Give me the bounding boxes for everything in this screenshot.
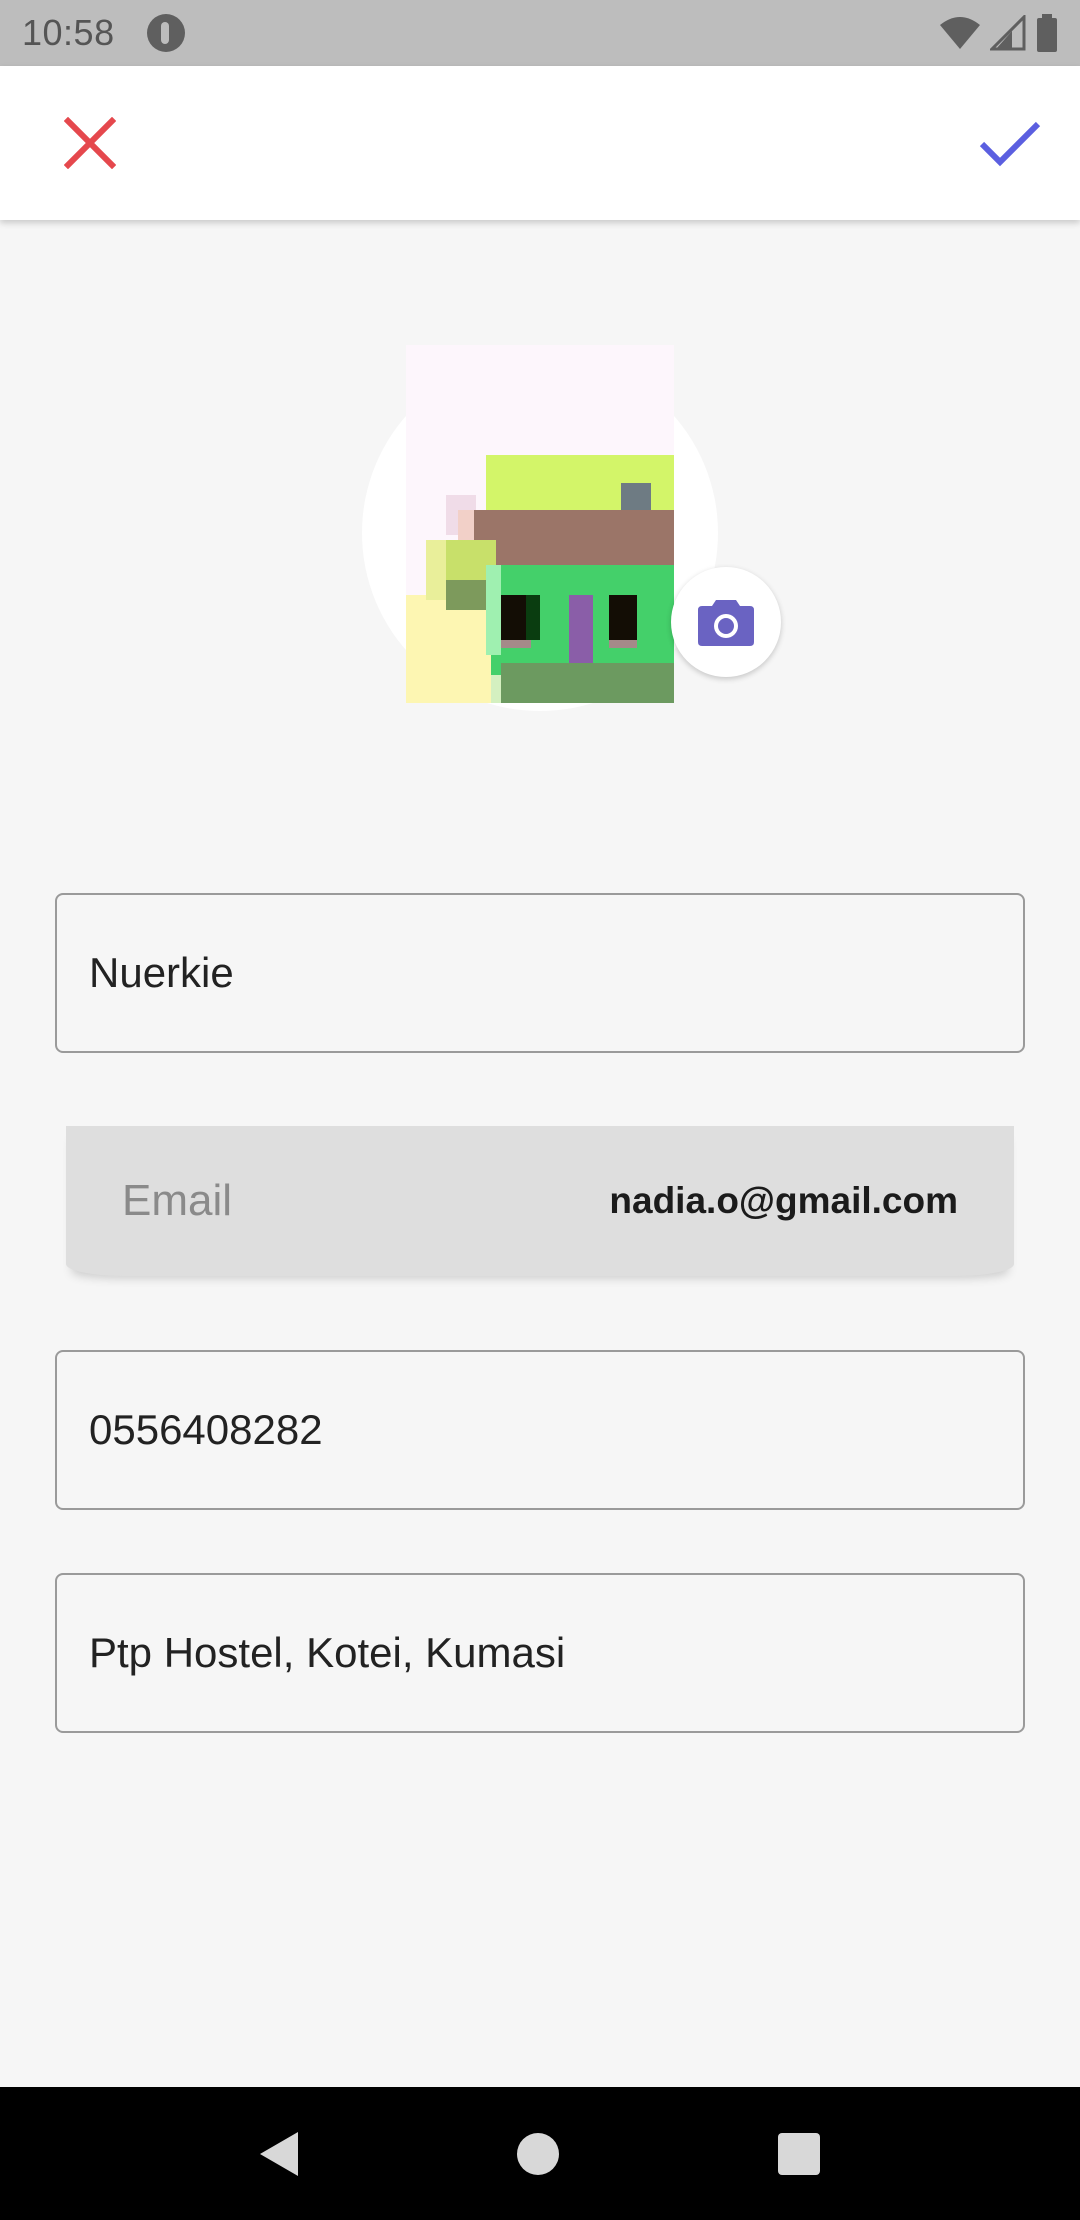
close-button[interactable] (50, 103, 130, 183)
check-icon (979, 121, 1041, 167)
email-label: Email (122, 1176, 233, 1225)
app-bar (0, 66, 1080, 220)
email-value: nadia.o@gmail.com (609, 1180, 958, 1221)
phone-input[interactable] (89, 1406, 991, 1454)
address-field[interactable] (55, 1573, 1025, 1733)
app-notification-icon (146, 14, 185, 52)
name-field[interactable] (55, 893, 1025, 1053)
system-nav-bar (0, 2087, 1080, 2220)
name-input[interactable] (89, 949, 991, 997)
email-row: Email nadia.o@gmail.com (66, 1126, 1014, 1276)
cell-signal-icon (990, 15, 1026, 51)
save-button[interactable] (970, 103, 1050, 183)
camera-icon (698, 600, 754, 646)
battery-icon (1037, 14, 1057, 52)
status-icons (940, 14, 1058, 52)
phone-field[interactable] (55, 1350, 1025, 1510)
address-input[interactable] (89, 1629, 991, 1677)
edit-profile-screen: 10:58 Nuerkie Email nadia.o@gmail.com 05… (0, 0, 1080, 2220)
wifi-icon (940, 17, 980, 49)
close-icon (64, 117, 116, 169)
status-time: 10:58 (22, 12, 115, 53)
status-bar: 10:58 (0, 0, 1080, 66)
change-photo-button[interactable] (671, 567, 781, 677)
recents-icon[interactable] (778, 2132, 821, 2175)
avatar[interactable] (406, 345, 674, 703)
avatar-section (360, 345, 781, 711)
home-icon[interactable] (516, 2132, 559, 2175)
back-icon[interactable] (259, 2131, 298, 2176)
